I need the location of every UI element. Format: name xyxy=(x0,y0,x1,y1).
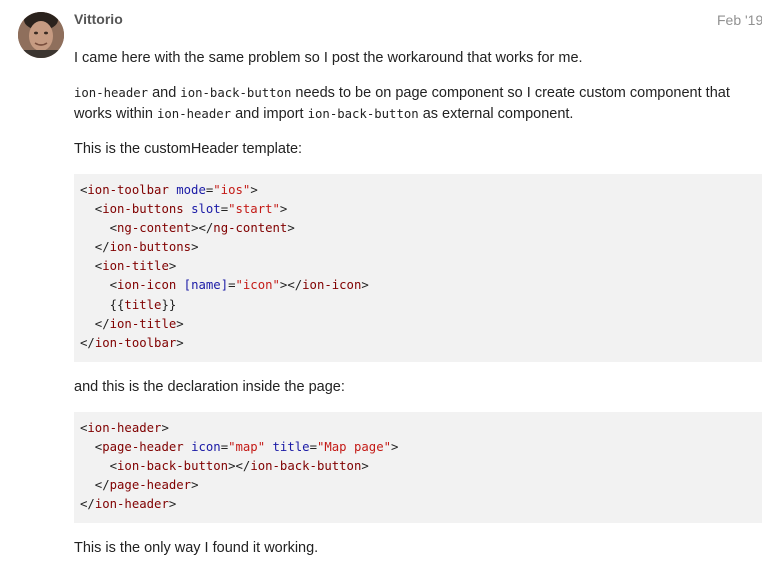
code-token: > xyxy=(361,459,369,474)
code-token: ion-toolbar xyxy=(87,183,169,197)
code-line: </page-header> xyxy=(80,478,199,493)
code-token: > xyxy=(168,259,177,274)
code-line: </ion-toolbar> xyxy=(80,336,184,350)
code-token: ion-toolbar xyxy=(94,335,177,350)
code-token: "icon" xyxy=(235,278,280,293)
code-token: ng-content xyxy=(213,221,288,236)
code-line: <ion-title> xyxy=(80,259,176,273)
code-token: = xyxy=(220,439,229,454)
code-token: ion-icon xyxy=(302,278,362,293)
inline-code: ion-back-button xyxy=(307,107,419,121)
code-token: ng-content xyxy=(117,221,192,236)
code-token: = xyxy=(228,278,236,293)
post-author[interactable]: Vittorio xyxy=(74,11,123,27)
code-token: > xyxy=(391,439,399,454)
code-token: < xyxy=(80,439,103,454)
code-token: title xyxy=(124,297,162,312)
code-token: ion-title xyxy=(109,316,177,331)
post-paragraph: This is the customHeader template: xyxy=(74,141,303,157)
code-token: "map" xyxy=(228,439,266,454)
code-line: <ion-icon [name]="icon"></ion-icon> xyxy=(80,278,369,292)
code-line: <ion-toolbar mode="ios"> xyxy=(80,183,258,197)
code-line: <ion-buttons slot="start"> xyxy=(80,202,288,217)
code-token: = xyxy=(220,202,229,217)
code-line: <ng-content></ng-content> xyxy=(80,221,295,235)
post-paragraph: ion-header and ion-back-button needs to … xyxy=(74,83,762,125)
code-token: mode xyxy=(176,183,206,197)
post-paragraph: and this is the declaration inside the p… xyxy=(74,378,345,395)
code-token: < xyxy=(80,202,103,217)
code-token: > xyxy=(279,202,288,217)
code-line: </ion-buttons> xyxy=(80,240,199,255)
code-line: {{title}} xyxy=(80,297,177,312)
paragraph-text: and import xyxy=(231,106,308,122)
code-token: ></ xyxy=(279,278,303,293)
inline-code: ion-header xyxy=(157,107,232,121)
code-token: < xyxy=(80,459,118,474)
code-token: </ xyxy=(80,478,110,493)
inline-code: ion-header xyxy=(74,86,149,100)
code-token: </ xyxy=(80,240,110,255)
code-token: "start" xyxy=(228,202,280,217)
post-body: I came here with the same problem so I p… xyxy=(74,48,762,573)
code-token: </ xyxy=(80,497,95,512)
code-line: <ion-back-button></ion-back-button> xyxy=(80,459,369,473)
code-line: </ion-title> xyxy=(80,317,184,331)
post-date[interactable]: Feb '19 xyxy=(717,12,762,28)
code-line: <page-header icon="map" title="Map page"… xyxy=(80,439,399,454)
inline-code: ion-back-button xyxy=(180,86,292,100)
code-block: <ion-toolbar mode="ios"> <ion-buttons sl… xyxy=(74,174,762,362)
code-token: > xyxy=(250,183,258,197)
post-paragraph: I came here with the same problem so I p… xyxy=(74,50,583,66)
code-token: title xyxy=(272,439,310,454)
code-token: [name] xyxy=(183,278,229,293)
paragraph-text: and xyxy=(148,85,181,101)
code-token: }} xyxy=(161,297,177,312)
code-token: > xyxy=(361,278,369,293)
code-line: <ion-header> xyxy=(80,421,169,435)
code-token: ion-back-button xyxy=(117,459,229,474)
code-token: "Map page" xyxy=(316,439,392,454)
avatar[interactable] xyxy=(18,12,64,58)
code-token: ion-back-button xyxy=(250,459,362,474)
code-token: ></ xyxy=(228,459,251,474)
code-token: slot xyxy=(191,202,221,217)
avatar-image xyxy=(18,12,64,58)
code-token: > xyxy=(191,240,199,255)
code-token: < xyxy=(80,278,118,293)
code-token: "ios" xyxy=(213,183,251,197)
code-token: > xyxy=(287,221,295,236)
code-token: ion-header xyxy=(94,497,169,512)
code-token: > xyxy=(176,335,184,350)
code-token: </ xyxy=(80,316,110,331)
code-token: = xyxy=(309,439,317,454)
code-token: icon xyxy=(191,439,221,454)
code-token: > xyxy=(176,316,184,331)
code-token: ion-title xyxy=(102,259,169,274)
code-token: {{ xyxy=(80,297,125,312)
code-token: < xyxy=(80,259,103,274)
code-token: > xyxy=(161,420,169,435)
code-token: page-header xyxy=(109,478,192,493)
code-token: > xyxy=(191,478,199,493)
code-token: ion-header xyxy=(87,420,162,435)
code-token: ion-icon xyxy=(117,278,177,293)
code-block: <ion-header> <page-header icon="map" tit… xyxy=(74,411,762,524)
paragraph-text: as external component. xyxy=(418,106,574,122)
code-token: </ xyxy=(80,335,95,350)
code-token: page-header xyxy=(102,439,184,454)
code-token: > xyxy=(168,497,177,512)
code-line: </ion-header> xyxy=(80,497,176,511)
code-token: ></ xyxy=(191,221,214,236)
code-token: ion-buttons xyxy=(102,202,184,217)
code-token: < xyxy=(80,221,118,236)
code-token: ion-buttons xyxy=(109,240,192,255)
